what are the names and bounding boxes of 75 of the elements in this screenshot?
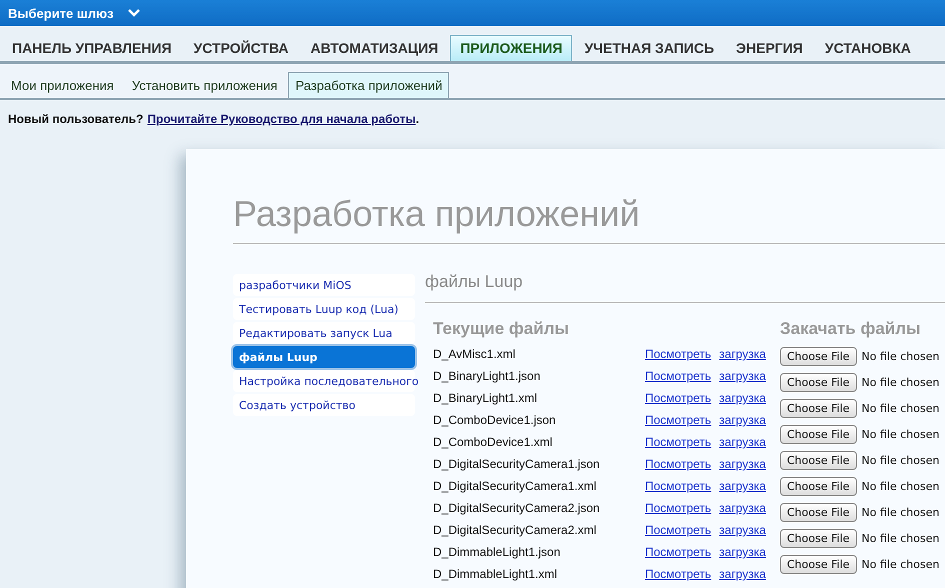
view-link[interactable]: Посмотреть bbox=[645, 479, 712, 493]
view-link[interactable]: Посмотреть bbox=[645, 567, 712, 581]
file-status: No file chosen bbox=[862, 480, 940, 492]
main-tab[interactable]: АВТОМАТИЗАЦИЯ bbox=[300, 35, 448, 61]
sidebar-item[interactable]: Тестировать Luup код (Lua) bbox=[233, 298, 415, 320]
view-link[interactable]: Посмотреть bbox=[645, 545, 712, 559]
section-title: файлы Luup bbox=[425, 272, 945, 303]
main-tab[interactable]: ЭНЕРГИЯ bbox=[726, 35, 813, 61]
file-name: D_DimmableLight1.json bbox=[433, 545, 562, 559]
sidebar-item[interactable]: разработчики MiOS bbox=[233, 274, 415, 296]
file-status: No file chosen bbox=[862, 558, 940, 570]
file-name: D_BinaryLight1.json bbox=[433, 369, 542, 383]
view-link[interactable]: Посмотреть bbox=[645, 369, 712, 383]
download-link[interactable]: загрузка bbox=[719, 435, 766, 449]
file-name: D_ComboDevice1.xml bbox=[433, 435, 554, 449]
file-name: D_DigitalSecurityCamera1.json bbox=[433, 457, 601, 471]
view-link[interactable]: Посмотреть bbox=[645, 523, 712, 537]
file-status: No file chosen bbox=[862, 506, 940, 518]
download-link[interactable]: загрузка bbox=[719, 523, 766, 537]
download-link[interactable]: загрузка bbox=[719, 501, 766, 515]
view-link[interactable]: Посмотреть bbox=[645, 347, 712, 361]
choose-file-button[interactable]: Choose File bbox=[780, 346, 857, 366]
file-status: No file chosen bbox=[862, 532, 940, 544]
file-name: D_DimmableLight1.xml bbox=[433, 567, 558, 581]
main-tab[interactable]: УЧЕТНАЯ ЗАПИСЬ bbox=[574, 35, 724, 61]
file-name: D_DigitalSecurityCamera1.xml bbox=[433, 479, 598, 493]
sidebar-item[interactable]: Редактировать запуск Lua bbox=[233, 322, 415, 344]
main-tab[interactable]: УСТРОЙСТВА bbox=[184, 35, 299, 61]
file-status: No file chosen bbox=[862, 402, 940, 414]
page-title: Разработка приложений bbox=[233, 193, 945, 244]
main-tab[interactable]: ПРИЛОЖЕНИЯ bbox=[450, 35, 572, 61]
file-name: D_AvMisc1.xml bbox=[433, 347, 516, 361]
column-heading: Закачать файлы bbox=[780, 319, 922, 340]
download-link[interactable]: загрузка bbox=[719, 391, 766, 405]
choose-file-button[interactable]: Choose File bbox=[780, 398, 857, 418]
file-status: No file chosen bbox=[862, 376, 940, 388]
chevron-down-icon[interactable] bbox=[128, 9, 140, 17]
guide-link[interactable]: Прочитайте Руководство для начала работы bbox=[147, 112, 416, 126]
view-link[interactable]: Посмотреть bbox=[645, 413, 712, 427]
download-link[interactable]: загрузка bbox=[719, 347, 766, 361]
main-tab[interactable]: ПАНЕЛЬ УПРАВЛЕНИЯ bbox=[2, 35, 182, 61]
download-link[interactable]: загрузка bbox=[719, 457, 766, 471]
download-link[interactable]: загрузка bbox=[719, 413, 766, 427]
column-heading: Текущие файлы bbox=[433, 319, 570, 340]
file-name: D_DigitalSecurityCamera2.json bbox=[433, 501, 601, 515]
choose-file-button[interactable]: Choose File bbox=[780, 450, 857, 470]
download-link[interactable]: загрузка bbox=[719, 545, 766, 559]
view-link[interactable]: Посмотреть bbox=[645, 435, 712, 449]
file-name: D_BinaryLight1.xml bbox=[433, 391, 538, 405]
download-link[interactable]: загрузка bbox=[719, 369, 766, 383]
notice-text: Новый пользователь? bbox=[8, 112, 144, 128]
sidebar-item[interactable]: Создать устройство bbox=[233, 394, 415, 416]
view-link[interactable]: Посмотреть bbox=[645, 457, 712, 471]
sub-tab[interactable]: Установить приложения bbox=[124, 72, 284, 98]
notice-period: . bbox=[416, 112, 420, 126]
choose-file-button[interactable]: Choose File bbox=[780, 528, 857, 548]
gateway-selector[interactable]: Выберите шлюз bbox=[8, 6, 114, 20]
view-link[interactable]: Посмотреть bbox=[645, 391, 712, 405]
download-link[interactable]: загрузка bbox=[719, 479, 766, 493]
choose-file-button[interactable]: Choose File bbox=[780, 424, 857, 444]
file-status: No file chosen bbox=[862, 350, 940, 362]
main-tab[interactable]: УСТАНОВКА bbox=[814, 35, 921, 61]
file-name: D_ComboDevice1.json bbox=[433, 413, 557, 427]
download-link[interactable]: загрузка bbox=[719, 567, 766, 581]
file-status: No file chosen bbox=[862, 454, 940, 466]
choose-file-button[interactable]: Choose File bbox=[780, 372, 857, 392]
choose-file-button[interactable]: Choose File bbox=[780, 476, 857, 496]
choose-file-button[interactable]: Choose File bbox=[780, 502, 857, 522]
sidebar-item[interactable]: файлы Luup bbox=[233, 346, 415, 368]
view-link[interactable]: Посмотреть bbox=[645, 501, 712, 515]
file-name: D_DigitalSecurityCamera2.xml bbox=[433, 523, 598, 537]
sub-tab[interactable]: Мои приложения bbox=[4, 72, 121, 98]
choose-file-button[interactable]: Choose File bbox=[780, 554, 857, 574]
file-status: No file chosen bbox=[862, 428, 940, 440]
sub-tab[interactable]: Разработка приложений bbox=[288, 72, 450, 98]
